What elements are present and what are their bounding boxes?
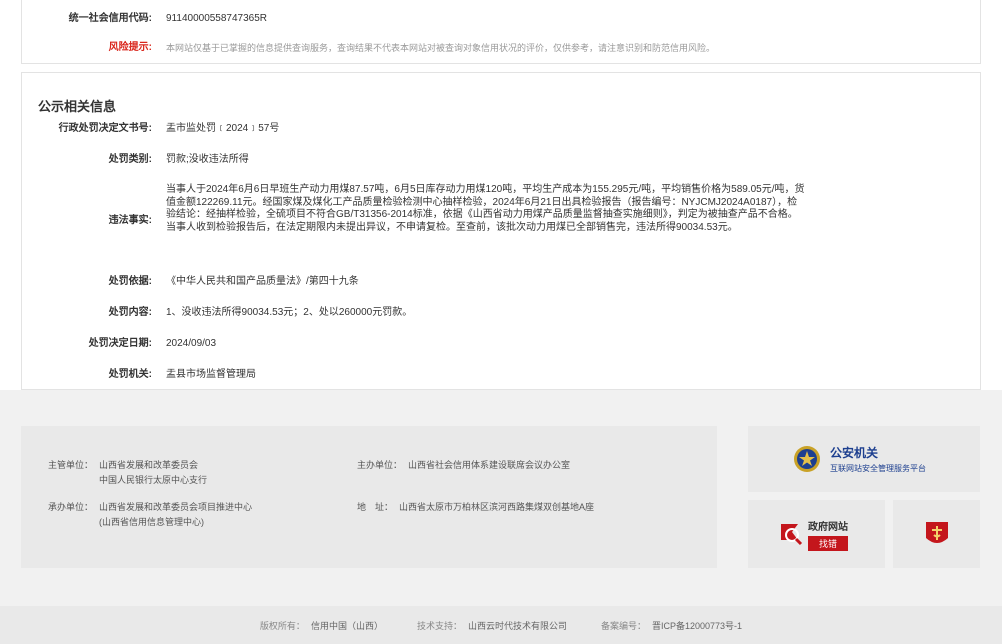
risk-label: 风险提示: xyxy=(108,42,152,53)
gov-site-label: 政府网站 xyxy=(808,521,848,533)
address-label: 地 址： xyxy=(357,502,394,512)
footer-organizer: 主办单位： 山西省社会信用体系建设联席会议办公室 xyxy=(357,458,570,473)
violation-facts-label: 违法事实: xyxy=(108,215,152,226)
gov-site-flag-icon xyxy=(781,524,803,546)
violation-facts-value: 当事人于2024年6月6日早班生产动力用煤87.57吨，6月5日库存动力用煤12… xyxy=(166,184,805,233)
gov-emblem-icon xyxy=(925,522,948,543)
gov-site-error-link[interactable]: 政府网站 找错 xyxy=(748,500,885,568)
top-info-card: 统一社会信用代码: 91140000558747365R 风险提示: 本网站仅基… xyxy=(21,0,981,64)
penalty-basis-row: 处罚依据: 《中华人民共和国产品质量法》/第四十九条 xyxy=(22,275,359,289)
penalty-type-value: 罚款;没收违法所得 xyxy=(166,154,249,165)
footer-undertaker: 承办单位： 山西省发展和改革委员会项目推进中心 (山西省信用信息管理中心) xyxy=(48,500,252,530)
organizer-value: 山西省社会信用体系建设联席会议办公室 xyxy=(408,460,571,470)
gov-emblem-badge[interactable] xyxy=(893,500,980,568)
police-subtitle: 互联网站安全管理服务平台 xyxy=(830,464,926,473)
undertaker-label: 承办单位： xyxy=(48,502,94,512)
violation-facts-row: 违法事实: 当事人于2024年6月6日早班生产动力用煤87.57吨，6月5日库存… xyxy=(22,184,806,234)
penalty-basis-value: 《中华人民共和国产品质量法》/第四十九条 xyxy=(166,276,359,287)
credit-code-label: 统一社会信用代码: xyxy=(68,13,152,24)
penalty-authority-label: 处罚机关: xyxy=(108,369,152,380)
risk-text: 本网站仅基于已掌握的信息提供查询服务，查询结果不代表本网站对被查询对象信用状况的… xyxy=(166,43,716,53)
risk-row: 风险提示: 本网站仅基于已掌握的信息提供查询服务，查询结果不代表本网站对被查询对… xyxy=(22,41,715,55)
supervisor-2: 中国人民银行太原中心支行 xyxy=(99,475,208,485)
copyright-tech: 技术支持： 山西云时代技术有限公司 xyxy=(416,620,567,631)
decision-number-value: 盂市监处罚﹝2024﹞57号 xyxy=(166,123,280,134)
penalty-authority-row: 处罚机关: 盂县市场监督管理局 xyxy=(22,368,256,382)
decision-date-value: 2024/09/03 xyxy=(166,338,217,349)
penalty-content-value: 1、没收违法所得90034.53元；2、处以260000元罚款。 xyxy=(166,307,413,318)
decision-number-label: 行政处罚决定文书号: xyxy=(58,123,152,134)
copyright-bar: 版权所有： 信用中国（山西） 技术支持： 山西云时代技术有限公司 备案编号： 晋ICP… xyxy=(0,606,1002,644)
address-value: 山西省太原市万柏林区滨河西路集煤双创基地A座 xyxy=(399,502,595,512)
penalty-type-row: 处罚类别: 罚款;没收违法所得 xyxy=(22,153,249,167)
penalty-authority-value: 盂县市场监督管理局 xyxy=(166,369,256,380)
police-emblem-icon xyxy=(794,446,820,472)
penalty-type-label: 处罚类别: xyxy=(108,154,152,165)
decision-number-row: 行政处罚决定文书号: 盂市监处罚﹝2024﹞57号 xyxy=(22,122,280,136)
site-footer: 主管单位： 山西省发展和改革委员会 中国人民银行太原中心支行 主办单位： 山西省… xyxy=(0,390,1002,606)
police-badge-link[interactable]: 公安机关 互联网站安全管理服务平台 xyxy=(748,426,980,492)
undertaker-1: 山西省发展和改革委员会项目推进中心 xyxy=(99,502,253,512)
footer-address: 地 址： 山西省太原市万柏林区滨河西路集煤双创基地A座 xyxy=(357,500,594,515)
undertaker-2: (山西省信用信息管理中心) xyxy=(99,517,205,527)
decision-date-label: 处罚决定日期: xyxy=(88,338,152,349)
decision-date-row: 处罚决定日期: 2024/09/03 xyxy=(22,337,216,351)
public-info-card: 公示相关信息 行政处罚决定文书号: 盂市监处罚﹝2024﹞57号 处罚类别: 罚… xyxy=(21,72,981,390)
police-title: 公安机关 xyxy=(830,446,879,460)
footer-supervisor: 主管单位： 山西省发展和改革委员会 中国人民银行太原中心支行 xyxy=(48,458,207,488)
credit-code-value: 91140000558747365R xyxy=(166,13,268,24)
section-title: 公示相关信息 xyxy=(38,99,117,114)
copyright-icp[interactable]: 备案编号： 晋ICP备12000773号-1 xyxy=(601,619,742,632)
credit-code-row: 统一社会信用代码: 91140000558747365R xyxy=(22,12,267,26)
organizer-label: 主办单位： xyxy=(357,460,403,470)
copyright-rights: 版权所有： 信用中国（山西） xyxy=(259,620,383,631)
supervisor-1: 山西省发展和改革委员会 xyxy=(99,460,199,470)
gov-error-label: 找错 xyxy=(808,535,848,551)
penalty-content-row: 处罚内容: 1、没收违法所得90034.53元；2、处以260000元罚款。 xyxy=(22,306,413,320)
penalty-basis-label: 处罚依据: xyxy=(108,276,152,287)
supervisor-label: 主管单位： xyxy=(48,460,94,470)
footer-info-panel: 主管单位： 山西省发展和改革委员会 中国人民银行太原中心支行 主办单位： 山西省… xyxy=(21,426,717,568)
penalty-content-label: 处罚内容: xyxy=(108,307,152,318)
